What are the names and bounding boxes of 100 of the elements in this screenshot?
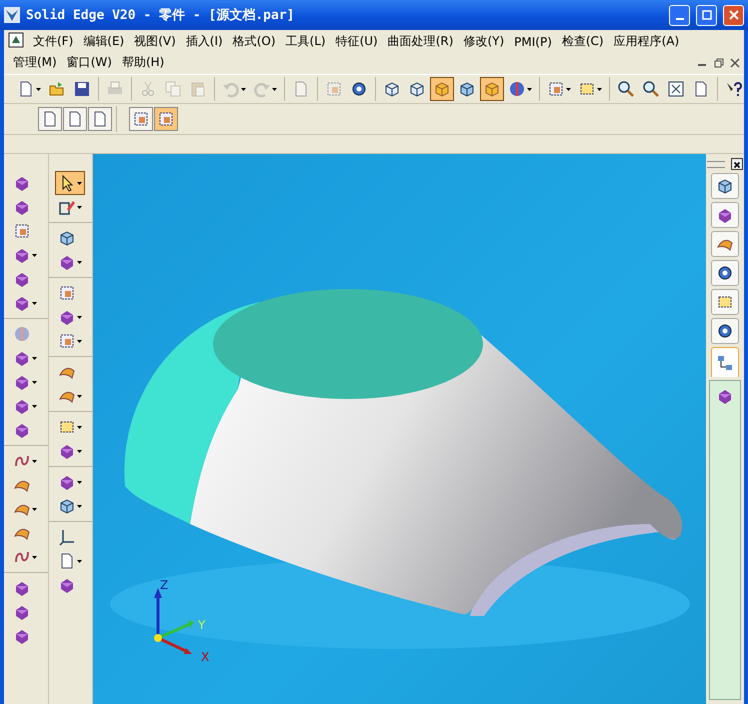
wire-cube-icon bbox=[408, 80, 426, 98]
app-icon bbox=[4, 7, 20, 23]
undo-icon bbox=[222, 80, 240, 98]
help-icon bbox=[725, 80, 743, 98]
close-icon[interactable] bbox=[730, 58, 740, 68]
block-icon bbox=[13, 603, 31, 621]
block-icon bbox=[13, 373, 31, 391]
panel-tab[interactable] bbox=[711, 231, 739, 257]
block-icon bbox=[13, 198, 31, 216]
axis-triad-drawing bbox=[154, 588, 194, 654]
caret-icon bbox=[32, 254, 37, 256]
block-icon bbox=[13, 421, 31, 439]
cube-icon bbox=[483, 80, 501, 98]
axis-label: X bbox=[201, 650, 210, 664]
close-button[interactable] bbox=[731, 158, 743, 170]
axis-label: Y bbox=[198, 618, 206, 632]
maximize-button[interactable] bbox=[696, 4, 717, 26]
toolbar-button[interactable] bbox=[54, 171, 84, 195]
block-icon bbox=[13, 627, 31, 645]
caret-icon bbox=[76, 450, 82, 452]
frame-icon bbox=[325, 80, 343, 98]
caret-icon bbox=[76, 260, 82, 264]
menu-item[interactable]: PMI(P) bbox=[509, 32, 557, 51]
sphere-icon bbox=[508, 80, 526, 98]
minimize-button[interactable] bbox=[669, 4, 690, 26]
menu-item[interactable]: 修改(Y) bbox=[458, 32, 510, 51]
axis-label: Z bbox=[160, 578, 168, 592]
document-icon bbox=[8, 32, 24, 48]
caret-icon bbox=[32, 508, 37, 510]
toolbar-button[interactable] bbox=[129, 107, 153, 131]
block-icon bbox=[13, 349, 31, 367]
menu-item[interactable]: 管理(M) bbox=[8, 53, 62, 72]
clipboard-icon bbox=[189, 80, 207, 98]
menu-item[interactable]: 文件(F) bbox=[28, 32, 78, 51]
frame-icon bbox=[58, 284, 76, 302]
panel-tab[interactable] bbox=[711, 173, 739, 199]
caret-icon bbox=[32, 556, 37, 558]
frame-icon bbox=[132, 110, 150, 128]
sphere-icon bbox=[13, 325, 31, 343]
caret-icon bbox=[32, 356, 37, 360]
caret-icon bbox=[76, 560, 82, 562]
block-icon bbox=[716, 387, 734, 405]
menu-item[interactable]: 检查(C) bbox=[556, 32, 609, 51]
menu-item[interactable]: 格式(O) bbox=[228, 32, 281, 51]
magnifier-icon bbox=[617, 80, 635, 98]
window-title: Solid Edge V20 - 零件 - [源文档.par] bbox=[26, 6, 296, 24]
menu-item[interactable]: 帮助(H) bbox=[116, 53, 170, 72]
toolbar-button[interactable] bbox=[154, 107, 178, 131]
axes-icon bbox=[58, 528, 76, 546]
caret-icon bbox=[76, 206, 82, 208]
caret-icon bbox=[76, 394, 82, 398]
sketch-icon bbox=[58, 198, 76, 216]
maximize-icon bbox=[702, 10, 712, 20]
caret-icon bbox=[36, 88, 41, 90]
cube-icon bbox=[716, 177, 734, 195]
frame-icon bbox=[547, 80, 565, 98]
panel-tab[interactable] bbox=[711, 289, 739, 315]
menu-item[interactable]: 特征(U) bbox=[330, 32, 383, 51]
menu-item[interactable]: 工具(L) bbox=[280, 32, 331, 51]
toolbar-button[interactable] bbox=[63, 107, 87, 131]
frame-icon bbox=[58, 332, 76, 350]
caret-icon bbox=[241, 88, 246, 90]
toolbar-button[interactable] bbox=[88, 107, 112, 131]
panel-tab[interactable] bbox=[711, 260, 739, 286]
caret-icon bbox=[32, 380, 37, 384]
panel-tab[interactable] bbox=[711, 318, 739, 344]
folder-icon bbox=[48, 80, 66, 98]
tree-icon bbox=[716, 354, 734, 372]
wire-cube-icon bbox=[383, 80, 401, 98]
caret-icon bbox=[32, 302, 37, 304]
caret-icon bbox=[32, 404, 37, 408]
caret-icon bbox=[76, 480, 82, 484]
menu-item[interactable]: 曲面处理(R) bbox=[382, 32, 458, 51]
toolbar-button[interactable] bbox=[38, 107, 62, 131]
block-icon bbox=[13, 270, 31, 288]
frame-icon bbox=[157, 110, 175, 128]
menu-item[interactable]: 窗口(W) bbox=[62, 53, 117, 72]
restore-icon[interactable] bbox=[714, 58, 724, 68]
block-icon bbox=[13, 174, 31, 192]
block-icon bbox=[13, 246, 31, 264]
caret-icon bbox=[76, 182, 82, 184]
minimize-icon bbox=[676, 18, 684, 20]
frame-icon bbox=[13, 222, 31, 240]
magnifier-icon bbox=[642, 80, 660, 98]
caret-icon bbox=[566, 88, 571, 90]
caret-icon bbox=[32, 460, 37, 462]
menu-item[interactable]: 插入(I) bbox=[180, 32, 228, 51]
redo-icon bbox=[253, 80, 271, 98]
caret-icon bbox=[272, 88, 277, 90]
menu-item[interactable]: 应用程序(A) bbox=[608, 32, 684, 51]
block-icon bbox=[13, 397, 31, 415]
cube-icon bbox=[458, 80, 476, 98]
menu-item[interactable]: 编辑(E) bbox=[78, 32, 130, 51]
caret-icon bbox=[527, 88, 532, 90]
menu-item[interactable]: 视图(V) bbox=[129, 32, 181, 51]
close-icon bbox=[728, 10, 738, 20]
caret-icon bbox=[76, 340, 82, 342]
block-icon bbox=[13, 294, 31, 312]
copy-icon bbox=[164, 80, 182, 98]
fit-icon bbox=[667, 80, 685, 98]
